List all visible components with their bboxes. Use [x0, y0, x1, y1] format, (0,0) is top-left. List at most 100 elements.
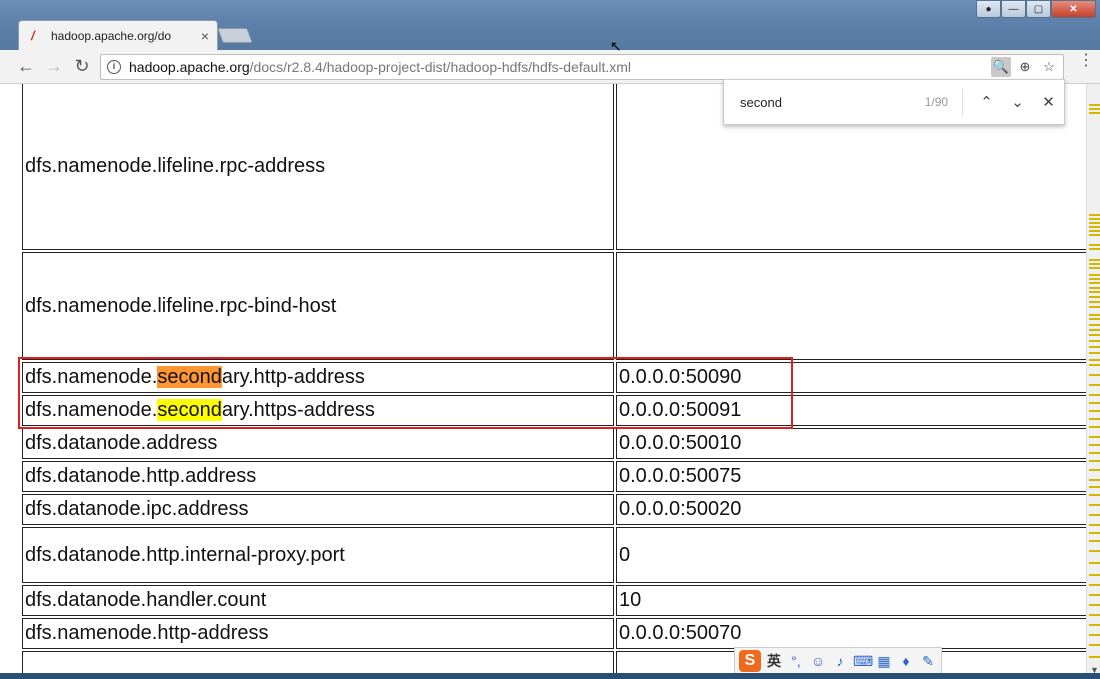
find-result-tick — [1089, 486, 1100, 488]
property-name: dfs.datanode.http.address — [22, 461, 614, 492]
window-close-button[interactable]: ✕ — [1051, 0, 1096, 18]
ime-toolbar: S 英 °, ☺ ♪ ⌨ ▦ ♦ ✎ — [734, 647, 942, 675]
find-result-tick — [1089, 346, 1100, 348]
find-result-tick — [1089, 584, 1100, 586]
microphone-icon[interactable]: ♪ — [831, 653, 849, 669]
find-result-tick — [1089, 384, 1100, 386]
find-result-tick — [1089, 340, 1100, 342]
bookmark-star-icon[interactable]: ☆ — [1039, 57, 1059, 77]
find-match-count: 1/90 — [924, 95, 949, 109]
find-previous-button[interactable]: ⌃ — [971, 87, 1002, 117]
reload-button[interactable]: ↻ — [68, 53, 96, 81]
property-name: dfs.datanode.ipc.address — [22, 494, 614, 525]
user-icon[interactable]: ● — [976, 0, 1001, 18]
property-name: dfs.datanode.address — [22, 428, 614, 459]
info-icon[interactable]: i — [107, 60, 121, 74]
address-bar[interactable]: i hadoop.apache.org/docs/r2.8.4/hadoop-p… — [100, 54, 1064, 80]
find-input[interactable] — [740, 94, 890, 110]
property-value — [616, 252, 1086, 360]
toolbox-icon[interactable]: ▦ — [875, 653, 893, 670]
tab-close-icon[interactable]: × — [201, 28, 209, 44]
find-result-tick — [1089, 282, 1100, 284]
find-result-tick — [1089, 532, 1100, 534]
find-result-tick — [1089, 267, 1100, 269]
find-result-tick — [1089, 244, 1100, 246]
emoji-icon[interactable]: ☺ — [809, 653, 827, 669]
find-result-tick — [1089, 634, 1100, 636]
property-value: 0.0.0.0:50070 — [616, 618, 1086, 649]
find-result-tick — [1089, 550, 1100, 552]
find-result-tick — [1089, 334, 1100, 336]
find-result-tick — [1089, 318, 1100, 320]
find-result-tick — [1089, 214, 1100, 216]
menu-dots-icon[interactable]: ⋮ — [1078, 53, 1094, 69]
find-result-tick — [1089, 656, 1100, 658]
find-result-tick — [1089, 514, 1100, 516]
ime-language[interactable]: 英 — [765, 651, 783, 671]
browser-tab[interactable]: / hadoop.apache.org/do × — [18, 20, 218, 50]
page-content: dfs.namenode.lifeline.rpc-address dfs.na… — [0, 84, 1086, 679]
find-bar: 1/90 ⌃ ⌄ ✕ — [723, 79, 1065, 125]
table-row: dfs.datanode.ipc.address 0.0.0.0:50020 — [22, 494, 1086, 525]
window-controls: ● — ▢ ✕ — [976, 0, 1096, 18]
find-result-tick — [1089, 460, 1100, 462]
maximize-button[interactable]: ▢ — [1026, 0, 1051, 18]
find-page-icon[interactable]: 🔍 — [991, 57, 1011, 77]
find-result-tick — [1089, 444, 1100, 446]
find-result-tick — [1089, 436, 1100, 438]
find-result-tick — [1089, 402, 1100, 404]
minimize-button[interactable]: — — [1001, 0, 1026, 18]
find-result-tick — [1089, 301, 1100, 303]
omnibox-actions: 🔍 ⊕ ☆ — [991, 57, 1059, 77]
find-result-tick — [1089, 287, 1100, 289]
sogou-logo-icon[interactable]: S — [739, 650, 761, 672]
find-next-button[interactable]: ⌄ — [1002, 87, 1033, 117]
find-result-tick — [1089, 278, 1100, 280]
find-result-tick — [1089, 524, 1100, 526]
url-host: hadoop.apache.org — [129, 59, 250, 75]
find-result-tick — [1089, 274, 1100, 276]
table-row: dfs.datanode.address 0.0.0.0:50010 — [22, 428, 1086, 459]
zoom-icon[interactable]: ⊕ — [1015, 57, 1035, 77]
find-close-button[interactable]: ✕ — [1033, 87, 1064, 117]
find-result-tick — [1089, 494, 1100, 496]
url-path: /docs/r2.8.4/hadoop-project-dist/hadoop-… — [249, 59, 632, 75]
find-result-tick — [1089, 104, 1100, 106]
table-row: dfs.namenode.lifeline.rpc-bind-host — [22, 252, 1086, 360]
table-row: dfs.datanode.http.internal-proxy.port 0 — [22, 527, 1086, 583]
find-result-tick — [1089, 504, 1100, 506]
find-result-tick — [1089, 324, 1100, 326]
keyboard-icon[interactable]: ⌨ — [853, 653, 873, 670]
find-result-tick — [1089, 230, 1100, 232]
find-result-tick — [1089, 306, 1100, 308]
find-result-tick — [1089, 624, 1100, 626]
property-value: 0.0.0.0:50020 — [616, 494, 1086, 525]
find-result-tick — [1089, 394, 1100, 396]
punctuation-icon[interactable]: °, — [787, 653, 805, 669]
find-result-tick — [1089, 352, 1100, 354]
settings-wrench-icon[interactable]: ✎ — [919, 653, 937, 670]
url-text: hadoop.apache.org/docs/r2.8.4/hadoop-pro… — [129, 59, 631, 75]
find-result-tick — [1089, 359, 1100, 361]
tab-title: hadoop.apache.org/do — [51, 28, 172, 43]
new-tab-button[interactable] — [217, 28, 253, 43]
title-bar: / hadoop.apache.org/do × ● — ▢ ✕ — [0, 0, 1100, 50]
property-name: dfs.namenode.http-address — [22, 618, 614, 649]
table-row: dfs.datanode.handler.count 10 — [22, 585, 1086, 616]
find-result-tick — [1089, 426, 1100, 428]
skin-icon[interactable]: ♦ — [897, 653, 915, 669]
find-result-tick — [1089, 263, 1100, 265]
find-result-tick — [1089, 108, 1100, 110]
vertical-scrollbar[interactable]: ▼ — [1086, 84, 1100, 679]
find-result-tick — [1089, 479, 1100, 481]
back-button[interactable]: ← — [12, 53, 40, 81]
property-value: 10 — [616, 585, 1086, 616]
find-result-tick — [1089, 418, 1100, 420]
property-name: dfs.datanode.handler.count — [22, 585, 614, 616]
find-result-tick — [1089, 469, 1100, 471]
find-result-tick — [1089, 614, 1100, 616]
forward-button[interactable]: → — [40, 53, 68, 81]
find-result-tick — [1089, 259, 1100, 261]
find-result-tick — [1089, 314, 1100, 316]
property-name: dfs.namenode.lifeline.rpc-address — [22, 84, 614, 250]
